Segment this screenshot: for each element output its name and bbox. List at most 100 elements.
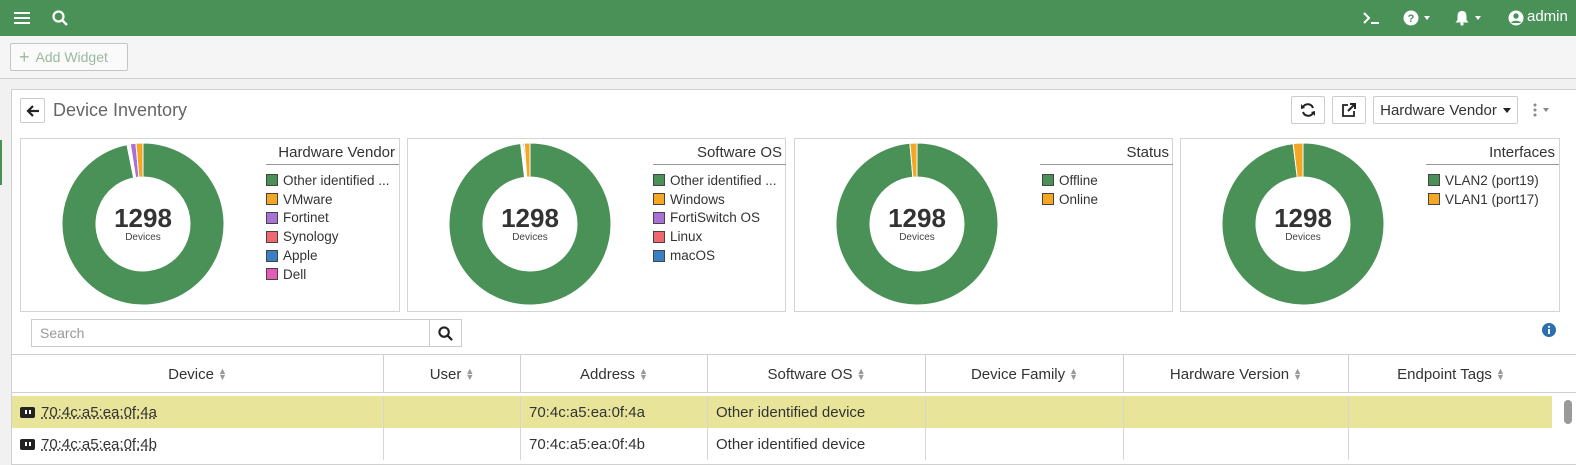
device-total: 1298 xyxy=(501,203,559,233)
column-header-address[interactable]: Address ▲ ▼ xyxy=(521,355,708,393)
legend-swatch xyxy=(1428,174,1440,187)
table-header: Device ▲ ▼ User ▲ ▼ Address ▲ ▼ Software OS ▲ ▼ … xyxy=(12,354,1576,393)
back-button[interactable] xyxy=(20,98,45,123)
donut-card-software-os: 1298 Devices Software OS Other identified .… xyxy=(407,138,786,312)
group-by-dropdown[interactable]: Hardware Vendor xyxy=(1373,96,1518,124)
help-icon[interactable]: ? xyxy=(1401,6,1435,30)
legend-label: Dell xyxy=(283,266,307,282)
scrollbar-thumb[interactable] xyxy=(1564,400,1572,424)
legend-swatch xyxy=(266,193,278,206)
legend-item[interactable]: VLAN2 (port19) xyxy=(1426,171,1559,190)
table-row[interactable]: 70:4c:a5:ea:0f:4b 70:4c:a5:ea:0f:4b Othe… xyxy=(12,428,1552,460)
legend-item[interactable]: Linux xyxy=(653,227,786,246)
top-navigation-bar: ? admin xyxy=(0,0,1576,36)
device-inventory-widget: Device Inventory Hardware Vendor 1298 Dev… xyxy=(11,89,1576,465)
user-icon[interactable] xyxy=(1504,6,1528,30)
donut-center-label: 1298 Devices xyxy=(93,204,193,243)
cell-device[interactable]: 70:4c:a5:ea:0f:4b xyxy=(12,428,384,460)
search-input[interactable] xyxy=(31,319,430,347)
device-total-caption: Devices xyxy=(1285,232,1321,243)
menu-icon[interactable] xyxy=(10,6,34,30)
device-total-caption: Devices xyxy=(125,232,161,243)
sort-icon: ▲ ▼ xyxy=(465,366,475,382)
refresh-button[interactable] xyxy=(1291,96,1325,124)
widget-menu-button[interactable] xyxy=(1527,96,1557,124)
external-link-icon xyxy=(1342,103,1356,117)
legend-title: Hardware Vendor xyxy=(266,142,399,165)
bell-icon[interactable] xyxy=(1452,6,1486,30)
legend-swatch xyxy=(1042,193,1054,206)
sort-icon: ▲ ▼ xyxy=(1293,366,1303,382)
column-header-software-os[interactable]: Software OS ▲ ▼ xyxy=(708,355,926,393)
dashboard-toolbar: + Add Widget xyxy=(0,36,1576,79)
legend-title: Status xyxy=(1040,142,1173,165)
terminal-icon[interactable] xyxy=(1359,6,1383,30)
legend-item[interactable]: Other identified ... xyxy=(266,171,399,190)
table-scrollbar[interactable] xyxy=(1563,395,1573,465)
search-icon[interactable] xyxy=(48,6,72,30)
device-total-caption: Devices xyxy=(512,232,548,243)
legend-swatch xyxy=(266,268,278,281)
legend-item[interactable]: Windows xyxy=(653,190,786,209)
user-name[interactable]: admin xyxy=(1527,8,1568,25)
column-header-hardware-version[interactable]: Hardware Version ▲ ▼ xyxy=(1124,355,1349,393)
column-header-endpoint-tags[interactable]: Endpoint Tags ▲ ▼ xyxy=(1349,355,1553,393)
legend-label: Windows xyxy=(670,191,725,207)
search-button[interactable] xyxy=(429,319,462,347)
refresh-icon xyxy=(1301,103,1315,117)
legend-label: Fortinet xyxy=(283,210,329,226)
legend-item[interactable]: Dell xyxy=(266,265,399,284)
legend-swatch xyxy=(266,230,278,243)
cell-device-family xyxy=(926,428,1124,460)
legend-swatch xyxy=(653,174,665,187)
legend-item[interactable]: Offline xyxy=(1040,171,1173,190)
chart-legend: Interfaces VLAN2 (port19) VLAN1 (port17) xyxy=(1426,142,1559,209)
sort-icon: ▲ ▼ xyxy=(1495,366,1505,382)
legend-item[interactable]: VMware xyxy=(266,190,399,209)
legend-label: FortiSwitch OS xyxy=(670,210,761,226)
legend-swatch xyxy=(266,211,278,224)
sort-icon: ▲ ▼ xyxy=(1069,366,1079,382)
cell-device[interactable]: 70:4c:a5:ea:0f:4a xyxy=(12,396,384,428)
cell-address: 70:4c:a5:ea:0f:4a xyxy=(521,396,708,428)
search-icon xyxy=(438,325,453,341)
device-total-caption: Devices xyxy=(899,232,935,243)
table-row[interactable]: 70:4c:a5:ea:0f:4a 70:4c:a5:ea:0f:4a Othe… xyxy=(12,396,1552,428)
legend-item[interactable]: Online xyxy=(1040,190,1173,209)
legend-item[interactable]: Apple xyxy=(266,246,399,265)
legend-item[interactable]: Fortinet xyxy=(266,209,399,228)
table-search xyxy=(31,319,462,347)
device-total: 1298 xyxy=(114,203,172,233)
donut-card-hardware-vendor: 1298 Devices Hardware Vendor Other identifi… xyxy=(20,138,400,312)
legend-item[interactable]: macOS xyxy=(653,246,786,265)
legend-label: VLAN1 (port17) xyxy=(1445,191,1539,207)
legend-item[interactable]: VLAN1 (port17) xyxy=(1426,190,1559,209)
column-header-device[interactable]: Device ▲ ▼ xyxy=(12,355,384,393)
legend-item[interactable]: Synology xyxy=(266,227,399,246)
sort-icon: ▲ ▼ xyxy=(639,366,648,382)
legend-item[interactable]: FortiSwitch OS xyxy=(653,209,786,228)
column-header-user[interactable]: User ▲ ▼ xyxy=(384,355,521,393)
chart-legend: Hardware Vendor Other identified ... VMwar… xyxy=(266,142,399,284)
column-header-device-family[interactable]: Device Family ▲ ▼ xyxy=(926,355,1124,393)
sort-icon: ▲ ▼ xyxy=(856,366,866,382)
caret-down-icon xyxy=(1502,107,1511,113)
legend-label: Online xyxy=(1059,191,1099,207)
donut-card-status: 1298 Devices Status Offline Online xyxy=(794,138,1173,312)
legend-swatch xyxy=(653,249,665,262)
open-external-button[interactable] xyxy=(1332,96,1366,124)
device-total: 1298 xyxy=(888,203,946,233)
legend-title: Software OS xyxy=(653,142,786,165)
cell-software-os: Other identified device xyxy=(708,396,926,428)
add-widget-button[interactable]: + Add Widget xyxy=(10,43,128,71)
info-icon[interactable] xyxy=(1542,323,1556,342)
donut-card-interfaces: 1298 Devices Interfaces VLAN2 (port19) VLAN1… xyxy=(1180,138,1560,312)
chart-legend: Status Offline Online xyxy=(1040,142,1173,209)
donut-center-label: 1298 Devices xyxy=(480,204,580,243)
sort-icon: ▲ ▼ xyxy=(217,366,227,382)
legend-swatch xyxy=(653,230,665,243)
chart-legend: Software OS Other identified ... Windows Fo… xyxy=(653,142,786,265)
legend-title: Interfaces xyxy=(1426,142,1559,165)
legend-label: macOS xyxy=(670,248,716,264)
legend-item[interactable]: Other identified ... xyxy=(653,171,786,190)
